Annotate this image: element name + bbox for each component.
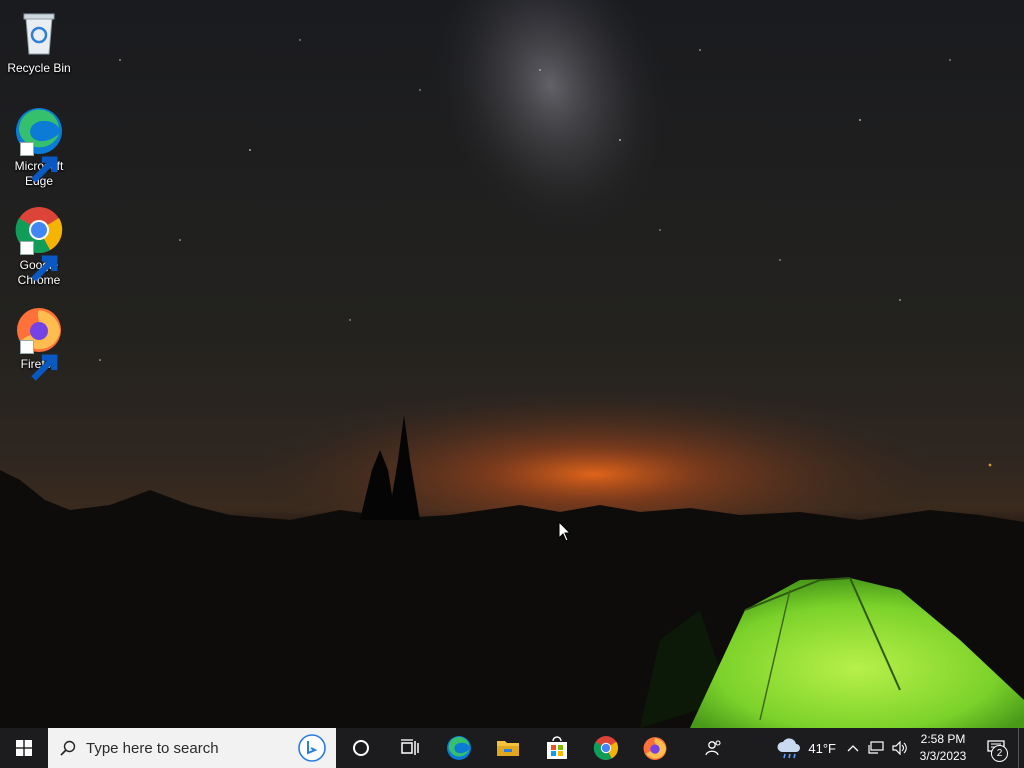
firefox-icon	[643, 737, 666, 760]
notification-count-badge: 2	[991, 745, 1008, 762]
task-view-icon	[400, 739, 419, 755]
clock-date: 3/3/2023	[919, 749, 967, 763]
chevron-up-icon	[847, 745, 859, 752]
people-icon	[705, 740, 721, 756]
weather-widget[interactable]: 41°F	[770, 737, 842, 759]
desktop-icon-chrome[interactable]: Google Chrome	[4, 205, 74, 288]
system-tray: 41°F 2:58 PM 3/3/2023 2	[770, 728, 1024, 768]
folder-icon	[496, 741, 519, 756]
firefox-icon	[14, 304, 64, 381]
cortana-button[interactable]	[336, 728, 385, 768]
taskbar: 41°F 2:58 PM 3/3/2023	[0, 728, 1024, 768]
chrome-icon	[593, 736, 618, 760]
recycle-bin-icon	[14, 8, 64, 58]
mouse-pointer-icon	[558, 521, 572, 542]
shortcut-arrow-icon	[20, 241, 58, 282]
desktop-icon-edge[interactable]: Microsoft Edge	[4, 106, 74, 189]
cloud-rain-icon	[777, 738, 801, 759]
shortcut-arrow-icon	[20, 340, 58, 381]
taskbar-edge-button[interactable]	[434, 728, 483, 768]
store-icon	[546, 736, 567, 759]
clock-time: 2:58 PM	[920, 732, 966, 746]
search-input[interactable]	[84, 738, 288, 758]
windows-logo-icon	[16, 740, 32, 756]
desktop-icon-label: Recycle Bin	[7, 61, 71, 75]
taskbar-chrome-button[interactable]	[581, 728, 630, 768]
weather-temp: 41°F	[808, 740, 836, 756]
search-box[interactable]	[48, 728, 336, 768]
people-button[interactable]	[679, 728, 749, 768]
edge-icon	[446, 736, 471, 760]
desktop-icon-recycle-bin[interactable]: Recycle Bin	[4, 8, 74, 76]
cortana-icon	[352, 740, 369, 756]
chrome-icon	[14, 205, 64, 282]
wallpaper	[0, 0, 1024, 728]
start-button[interactable]	[0, 728, 48, 768]
show-desktop-button[interactable]	[1018, 728, 1024, 768]
taskbar-firefox-button[interactable]	[630, 728, 679, 768]
network-button[interactable]	[864, 728, 888, 768]
shortcut-arrow-icon	[20, 142, 58, 183]
taskbar-store-button[interactable]	[532, 728, 581, 768]
network-icon	[868, 741, 884, 754]
volume-icon	[892, 741, 907, 755]
search-icon	[60, 740, 76, 756]
bing-icon[interactable]	[298, 734, 326, 762]
volume-button[interactable]	[888, 728, 912, 768]
edge-icon	[14, 106, 64, 183]
clock[interactable]: 2:58 PM 3/3/2023	[912, 731, 974, 765]
show-hidden-icons-button[interactable]	[842, 728, 864, 768]
desktop: Recycle Bin Microsoft Edge Google Chrome…	[0, 0, 1024, 728]
taskbar-file-explorer-button[interactable]	[483, 728, 532, 768]
task-view-button[interactable]	[385, 728, 434, 768]
action-center-button[interactable]: 2	[974, 728, 1018, 768]
desktop-icon-firefox[interactable]: Firefox	[4, 304, 74, 381]
